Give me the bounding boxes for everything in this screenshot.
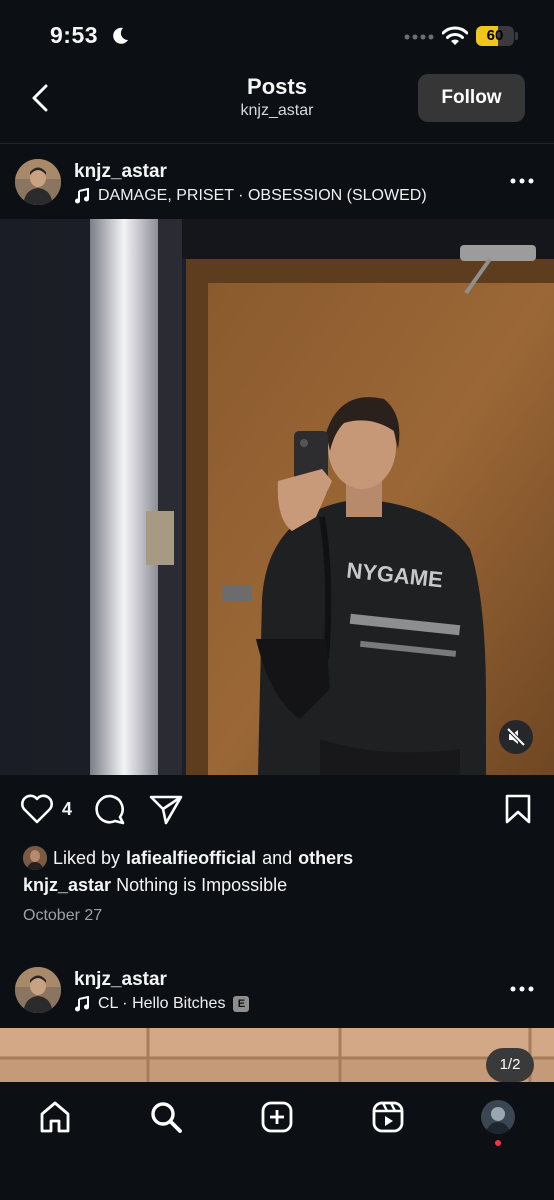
wifi-icon (442, 26, 468, 46)
avatar[interactable] (15, 159, 61, 205)
like-count[interactable]: 4 (62, 799, 72, 820)
moon-icon (110, 26, 130, 46)
post-username[interactable]: knjz_astar (74, 969, 167, 991)
header-divider (0, 143, 554, 144)
notification-dot (495, 1140, 501, 1146)
avatar[interactable] (15, 967, 61, 1013)
profile-avatar[interactable] (481, 1100, 515, 1146)
create-icon[interactable] (260, 1100, 294, 1134)
battery-tip (515, 32, 518, 40)
liked-by-and: and (262, 847, 293, 868)
music-note-icon (74, 996, 90, 1012)
music-label: CL · Hello Bitches (98, 995, 226, 1012)
bottom-nav (0, 1082, 554, 1200)
follow-button[interactable]: Follow (418, 74, 525, 122)
explicit-badge: E (233, 996, 250, 1012)
post-music[interactable]: DAMAGE, PRISET · OBSESSION (SLOWED) (74, 187, 427, 205)
music-note-icon (74, 188, 90, 204)
music-label: DAMAGE, PRISET · OBSESSION (SLOWED) (98, 187, 427, 204)
home-icon[interactable] (38, 1100, 72, 1134)
liked-by-row[interactable]: Liked by lafiealfieofficial and others (23, 846, 353, 870)
caption-text: Nothing is Impossible (116, 875, 288, 895)
caption: knjz_astar Nothing is Impossible (23, 875, 287, 896)
save-icon[interactable] (504, 793, 532, 825)
liked-by-user[interactable]: lafiealfieofficial (126, 848, 256, 869)
comment-icon[interactable] (93, 793, 127, 825)
search-icon[interactable] (149, 1100, 183, 1134)
post-username[interactable]: knjz_astar (74, 161, 167, 183)
mute-icon[interactable] (506, 727, 526, 747)
signal-dots-icon (404, 34, 434, 40)
carousel-pager: 1/2 (486, 1048, 534, 1082)
liked-by-prefix: Liked by (53, 847, 121, 868)
more-options-icon[interactable] (510, 178, 534, 184)
like-icon[interactable] (20, 793, 54, 825)
more-options-icon[interactable] (510, 986, 534, 992)
liker-avatar (23, 846, 47, 870)
reels-icon[interactable] (371, 1100, 405, 1134)
share-icon[interactable] (148, 793, 184, 825)
liked-by-others[interactable]: others (298, 848, 353, 869)
battery-icon: 60 (476, 26, 514, 46)
battery-level: 60 (486, 27, 504, 44)
caption-username[interactable]: knjz_astar (23, 875, 111, 895)
status-time: 9:53 (50, 22, 99, 48)
post-date: October 27 (23, 907, 103, 924)
post-photo[interactable]: NYGAME (0, 219, 554, 775)
post-music[interactable]: CL · Hello Bitches E (74, 995, 250, 1013)
post-photo[interactable] (0, 1028, 554, 1082)
